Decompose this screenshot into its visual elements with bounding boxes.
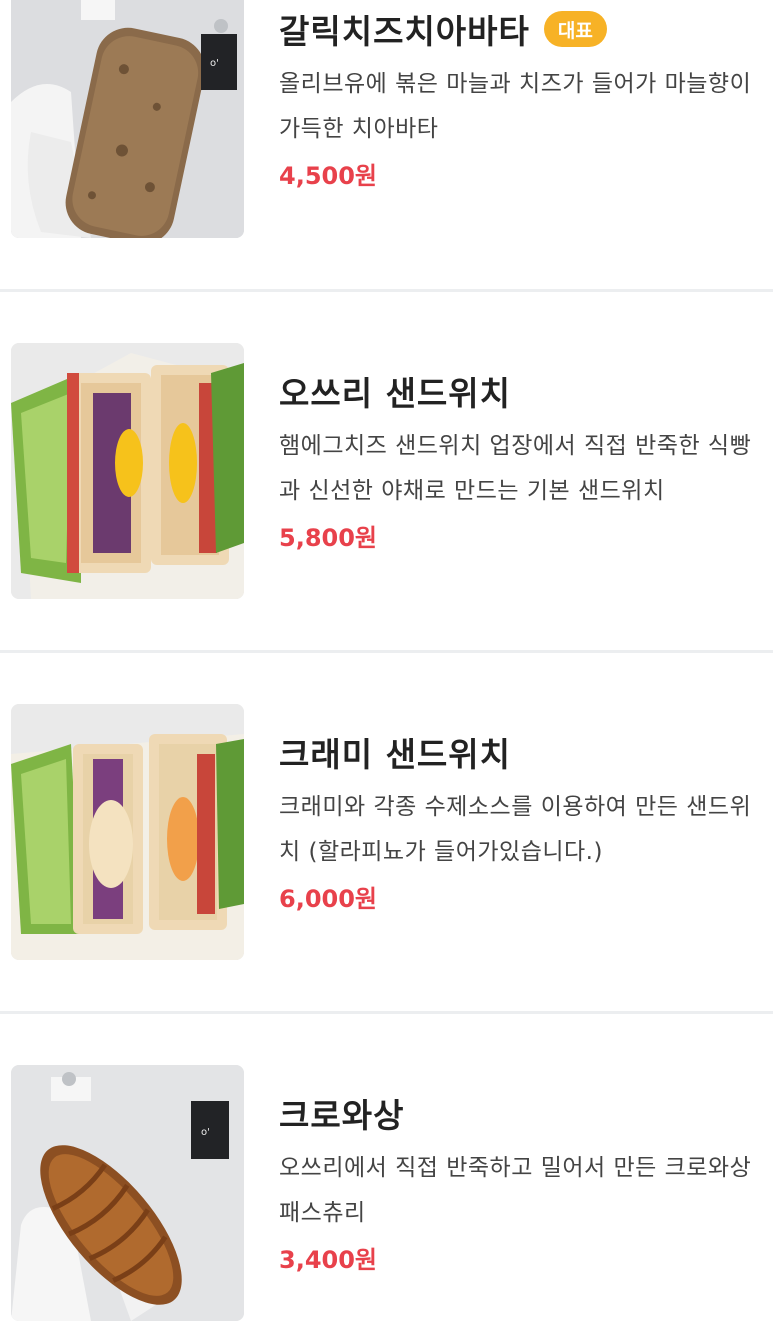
menu-item-garlic-cheese-ciabatta[interactable]: o' 갈릭치즈치아바타 대표 올리브유에 볶은 마늘과 치즈가 들어가 마늘향이… <box>0 0 773 290</box>
menu-item-croissant[interactable]: o' 크로와상 오쓰리에서 직접 반죽하고 밀어서 만든 크로와상 패스츄리 3… <box>0 1014 773 1324</box>
menu-item-description: 오쓰리에서 직접 반죽하고 밀어서 만든 크로와상 패스츄리 <box>279 1155 752 1226</box>
croissant-photo-icon: o' <box>11 1065 244 1321</box>
menu-item-description: 햄에그치즈 샌드위치 업장에서 직접 반죽한 식빵과 신선한 야채로 만드는 기… <box>279 433 752 504</box>
menu-item-photo[interactable]: o' <box>11 0 244 238</box>
menu-item-photo[interactable] <box>11 704 244 960</box>
svg-text:o': o' <box>201 1127 210 1138</box>
menu-item-photo[interactable]: o' <box>11 1065 244 1321</box>
ciabatta-photo-icon: o' <box>11 0 244 238</box>
sandwich-photo-icon <box>11 704 244 960</box>
menu-item-description: 크래미와 각종 수제소스를 이용하여 만든 샌드위치 (할라피뇨가 들어가있습니… <box>279 794 752 865</box>
menu-item-name: 크래미 샌드위치 <box>279 735 512 774</box>
menu-item-price: 6,000원 <box>279 885 377 913</box>
signature-badge: 대표 <box>543 11 607 47</box>
sandwich-photo-icon <box>11 343 244 599</box>
menu-item-price: 5,800원 <box>279 524 377 552</box>
menu-item-price: 4,500원 <box>279 162 377 190</box>
menu-list: o' 갈릭치즈치아바타 대표 올리브유에 볶은 마늘과 치즈가 들어가 마늘향이… <box>0 0 773 1324</box>
menu-item-description: 올리브유에 볶은 마늘과 치즈가 들어가 마늘향이 가득한 치아바타 <box>279 71 752 142</box>
menu-item-price: 3,400원 <box>279 1246 377 1274</box>
menu-item-photo[interactable] <box>11 343 244 599</box>
menu-item-name: 갈릭치즈치아바타 <box>279 12 530 51</box>
menu-item-o3-sandwich[interactable]: 오쓰리 샌드위치 햄에그치즈 샌드위치 업장에서 직접 반죽한 식빵과 신선한 … <box>0 292 773 650</box>
menu-item-name: 크로와상 <box>279 1096 405 1135</box>
svg-text:o': o' <box>210 58 219 69</box>
menu-item-crab-sandwich[interactable]: 크래미 샌드위치 크래미와 각종 수제소스를 이용하여 만든 샌드위치 (할라피… <box>0 653 773 1011</box>
menu-item-name: 오쓰리 샌드위치 <box>279 374 512 413</box>
